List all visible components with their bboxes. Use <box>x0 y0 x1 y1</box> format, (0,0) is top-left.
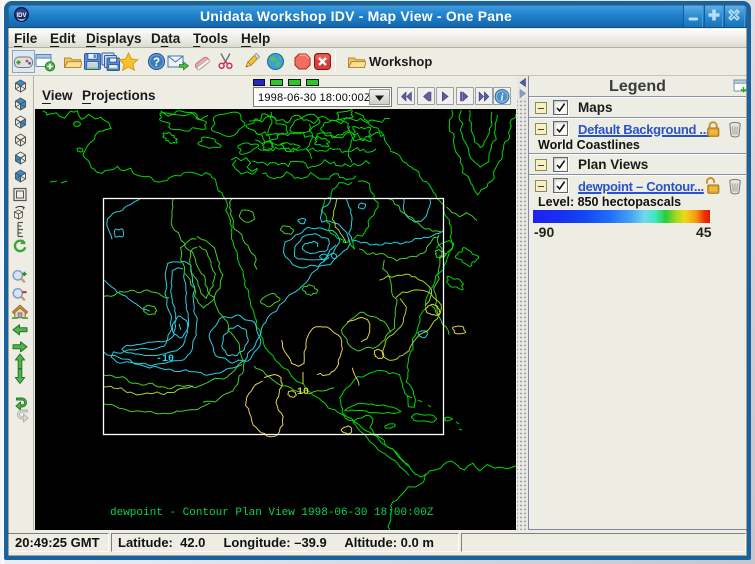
svg-text:i: i <box>501 92 504 103</box>
svg-text:-10: -10 <box>156 354 174 365</box>
svg-text:10: 10 <box>297 387 309 398</box>
svg-text:dewpoint - Contour Plan View 1: dewpoint - Contour Plan View 1998-06-30 … <box>110 507 434 519</box>
svg-text:?: ? <box>153 57 160 69</box>
svg-text:IDV: IDV <box>16 13 26 19</box>
